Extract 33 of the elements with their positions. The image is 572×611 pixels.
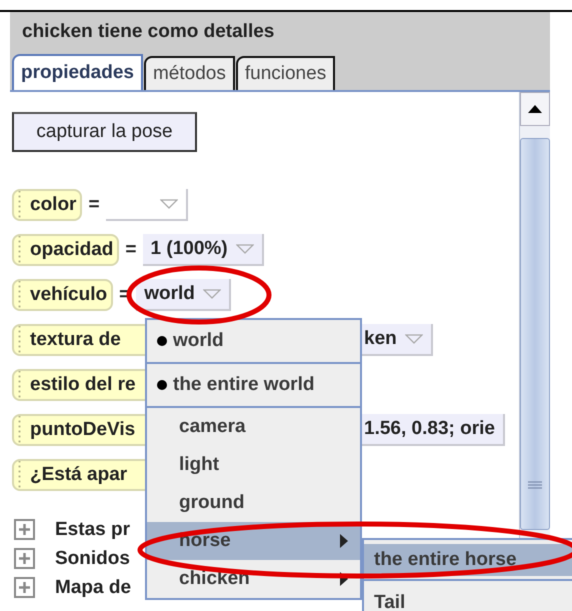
tab[interactable]: funciones (236, 56, 336, 90)
property-value[interactable]: 1 (100%) (142, 234, 264, 266)
property-name[interactable]: opacidad (12, 234, 120, 266)
expand-icon[interactable] (14, 577, 35, 598)
panel-title: chicken tiene como detalles (21, 20, 276, 44)
equals-sign: = (125, 238, 137, 260)
submenu-arrow-icon (340, 534, 348, 548)
expand-icon[interactable] (14, 548, 35, 569)
property-value[interactable]: world (136, 278, 231, 310)
dropdown-arrow-icon (236, 244, 254, 254)
grip-icon (528, 481, 542, 489)
menu-item[interactable]: chicken (147, 560, 360, 598)
scroll-up-icon[interactable] (528, 105, 542, 113)
expand-icon[interactable] (14, 519, 35, 540)
bullet-icon (157, 380, 167, 390)
group-label: Mapa de (55, 576, 132, 598)
menu-item[interactable]: Tail (364, 587, 572, 611)
bullet-icon (157, 336, 167, 346)
menu-item[interactable]: light (147, 446, 360, 484)
menu-item[interactable]: the entire world (147, 364, 360, 406)
dropdown-arrow-icon (404, 334, 423, 344)
group-label: Sonidos (55, 548, 130, 570)
menu-item[interactable]: ground (147, 484, 360, 522)
tab[interactable]: métodos (144, 56, 235, 90)
tab[interactable]: propiedades (12, 54, 143, 90)
dropdown-arrow-icon (202, 288, 221, 298)
submenu-arrow-icon (340, 572, 348, 586)
group-label: Estas pr (55, 518, 130, 540)
property-name[interactable]: color (12, 188, 82, 220)
dropdown-arrow-icon (160, 198, 178, 208)
property-name[interactable]: vehículo (12, 278, 114, 310)
capture-pose-button[interactable]: capturar la pose (12, 112, 197, 152)
equals-sign: = (88, 194, 100, 216)
